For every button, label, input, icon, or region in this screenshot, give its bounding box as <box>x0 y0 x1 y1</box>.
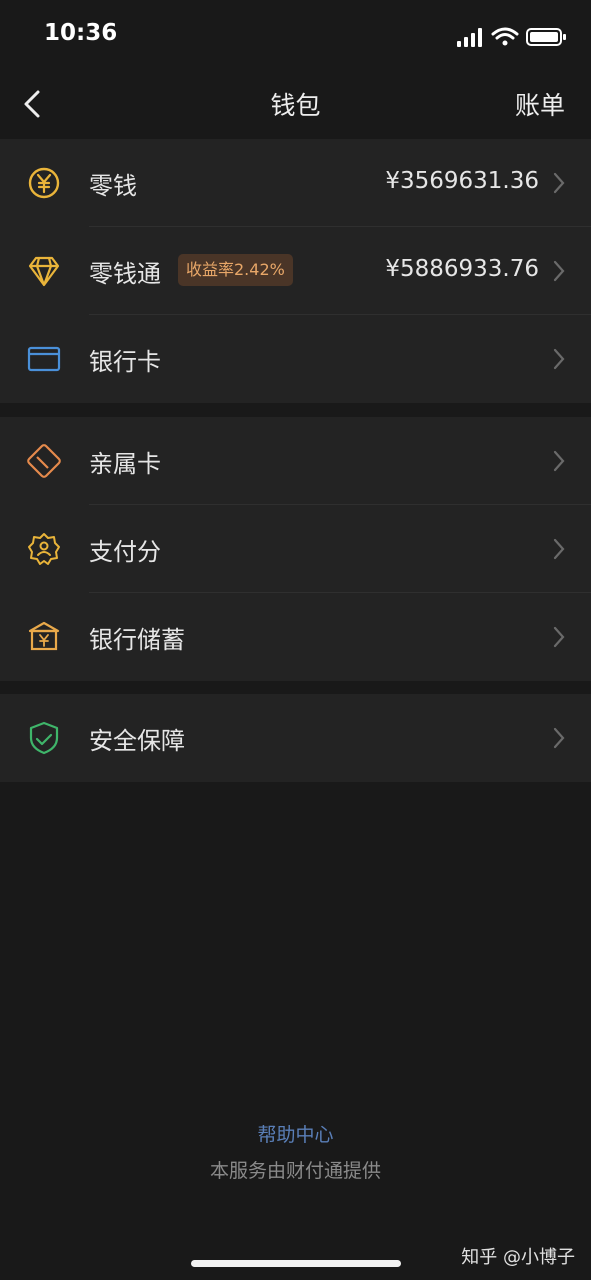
family-card-icon <box>27 444 61 478</box>
bank-card-icon <box>27 346 61 372</box>
yen-coin-icon <box>28 167 60 199</box>
row-label: 银行储蓄 <box>89 626 185 654</box>
pay-score-icon <box>28 533 60 565</box>
status-icons <box>457 27 566 47</box>
chevron-right-icon <box>553 626 565 648</box>
chevron-right-icon <box>553 348 565 370</box>
row-label: 零钱 <box>89 172 137 200</box>
change-balance: ¥3569631.36 <box>385 168 539 194</box>
battery-icon <box>526 28 566 46</box>
status-bar: 10:36 <box>0 0 591 70</box>
yield-rate-badge: 收益率2.42% <box>178 254 293 286</box>
provider-text: 本服务由财付通提供 <box>209 1160 381 1182</box>
chevron-right-icon <box>553 727 565 749</box>
wallet-balance-group: 零钱 ¥3569631.36 零钱通 收益率2.42% ¥5886933.76 … <box>0 139 591 403</box>
row-label: 亲属卡 <box>89 450 161 478</box>
signal-icon <box>457 28 482 47</box>
shield-icon <box>29 721 59 755</box>
bill-button[interactable]: 账单 <box>515 86 565 122</box>
row-bank-card[interactable]: 银行卡 <box>0 315 591 403</box>
wifi-icon <box>491 27 519 46</box>
change-plus-balance: ¥5886933.76 <box>385 256 539 282</box>
chevron-right-icon <box>553 450 565 472</box>
status-time: 10:36 <box>44 20 118 46</box>
row-pay-score[interactable]: 支付分 <box>0 505 591 593</box>
watermark: 知乎 @小博子 <box>461 1247 575 1268</box>
row-family-card[interactable]: 亲属卡 <box>0 417 591 505</box>
bank-savings-icon <box>28 621 60 651</box>
row-label: 零钱通 <box>89 260 161 288</box>
row-bank-savings[interactable]: 银行储蓄 <box>0 593 591 681</box>
security-group: 安全保障 <box>0 694 591 782</box>
row-change-plus[interactable]: 零钱通 收益率2.42% ¥5886933.76 <box>0 227 591 315</box>
row-change[interactable]: 零钱 ¥3569631.36 <box>0 139 591 227</box>
home-indicator <box>191 1260 401 1267</box>
row-security[interactable]: 安全保障 <box>0 694 591 782</box>
help-center-link[interactable]: 帮助中心 <box>0 1120 591 1147</box>
row-label: 银行卡 <box>89 348 161 376</box>
row-label: 安全保障 <box>89 727 185 755</box>
page-title: 钱包 <box>270 91 321 120</box>
wallet-services-group: 亲属卡 支付分 银行储蓄 <box>0 417 591 681</box>
diamond-icon <box>28 256 60 287</box>
chevron-right-icon <box>553 260 565 282</box>
chevron-right-icon <box>553 172 565 194</box>
nav-bar: 钱包 账单 <box>0 70 591 138</box>
chevron-right-icon <box>553 538 565 560</box>
row-label: 支付分 <box>89 538 161 566</box>
